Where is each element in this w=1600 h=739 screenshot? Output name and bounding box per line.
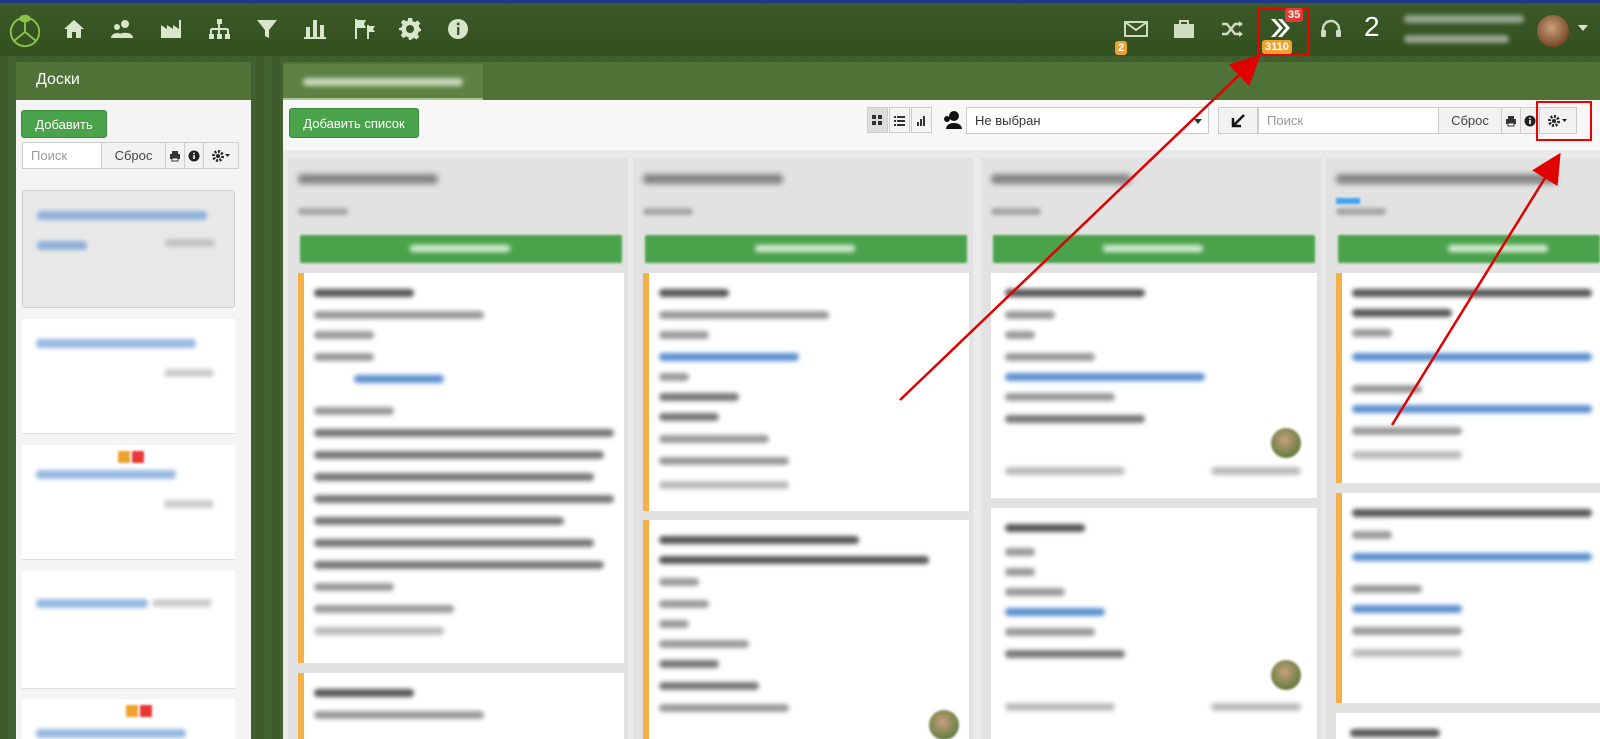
online-count: 2: [1364, 11, 1380, 42]
add-card-button[interactable]: [993, 235, 1315, 263]
task-card[interactable]: [643, 520, 969, 739]
task-card[interactable]: [1336, 713, 1600, 739]
user-filter-icon: [944, 111, 962, 129]
assignee-select[interactable]: Не выбран: [966, 107, 1209, 134]
list-column: [288, 158, 628, 739]
settings-highlight: [1536, 101, 1592, 141]
home-icon[interactable]: [60, 15, 88, 43]
tasks-badge-bottom: 3110: [1262, 40, 1292, 54]
task-card[interactable]: [991, 508, 1317, 739]
info-icon[interactable]: [184, 142, 204, 169]
gear-icon[interactable]: [396, 15, 424, 43]
task-reset-button[interactable]: Сброс: [1438, 107, 1502, 134]
board-item[interactable]: [22, 319, 235, 434]
info-icon[interactable]: [444, 15, 472, 43]
list-column: [633, 158, 973, 739]
board-settings-button[interactable]: [203, 142, 239, 169]
add-card-button[interactable]: [300, 235, 622, 263]
add-card-button[interactable]: [645, 235, 967, 263]
collapse-arrow-icon[interactable]: [1218, 107, 1258, 134]
logo-icon[interactable]: [6, 10, 44, 50]
board-item[interactable]: [22, 445, 235, 560]
avatar[interactable]: [1537, 15, 1569, 47]
filter-icon[interactable]: [253, 15, 281, 43]
task-search-input[interactable]: Поиск: [1258, 107, 1439, 134]
grid-view-icon[interactable]: [867, 107, 888, 133]
mail-icon[interactable]: [1122, 15, 1150, 43]
factory-icon[interactable]: [157, 15, 185, 43]
task-card[interactable]: [298, 673, 624, 739]
board-tabbar: [283, 62, 1600, 100]
boards-panel: Доски Добавить Поиск Сброс: [16, 62, 251, 739]
add-card-button[interactable]: [1338, 235, 1600, 263]
top-navbar: 2 35 3110 2: [0, 0, 1600, 56]
list-column: [1326, 158, 1600, 739]
assignee-select-value: Не выбран: [975, 113, 1041, 128]
print-icon[interactable]: [165, 142, 185, 169]
chevron-down-icon: [1194, 119, 1202, 124]
task-card[interactable]: [1336, 273, 1600, 483]
flags-icon[interactable]: [350, 15, 378, 43]
board-item[interactable]: [22, 190, 235, 308]
chevron-down-icon[interactable]: [1578, 25, 1588, 31]
task-card[interactable]: [298, 273, 624, 663]
headset-icon[interactable]: [1317, 15, 1345, 43]
chart-view-icon[interactable]: [911, 107, 932, 133]
briefcase-icon[interactable]: [1170, 15, 1198, 43]
board-item[interactable]: [22, 699, 235, 739]
mail-badge: 2: [1115, 41, 1128, 55]
shuffle-icon[interactable]: [1218, 15, 1246, 43]
add-list-button[interactable]: Добавить список: [289, 108, 419, 138]
board-item[interactable]: [22, 571, 235, 689]
tab-current-board[interactable]: [283, 64, 483, 100]
users-icon[interactable]: [109, 15, 137, 43]
task-card[interactable]: [643, 273, 969, 511]
print-icon[interactable]: [1501, 107, 1521, 134]
task-card[interactable]: [991, 273, 1317, 498]
bar-chart-icon[interactable]: [301, 15, 329, 43]
list-view-icon[interactable]: [889, 107, 910, 133]
boards-title: Доски: [16, 62, 251, 100]
tasks-badge-top: 35: [1285, 8, 1304, 22]
task-card[interactable]: [1336, 493, 1600, 703]
org-chart-icon[interactable]: [205, 15, 233, 43]
add-board-button[interactable]: Добавить: [21, 110, 107, 138]
list-column: [981, 158, 1321, 739]
user-info[interactable]: [1404, 15, 1524, 55]
board-reset-button[interactable]: Сброс: [101, 142, 166, 169]
board-search-input[interactable]: Поиск: [22, 142, 102, 169]
